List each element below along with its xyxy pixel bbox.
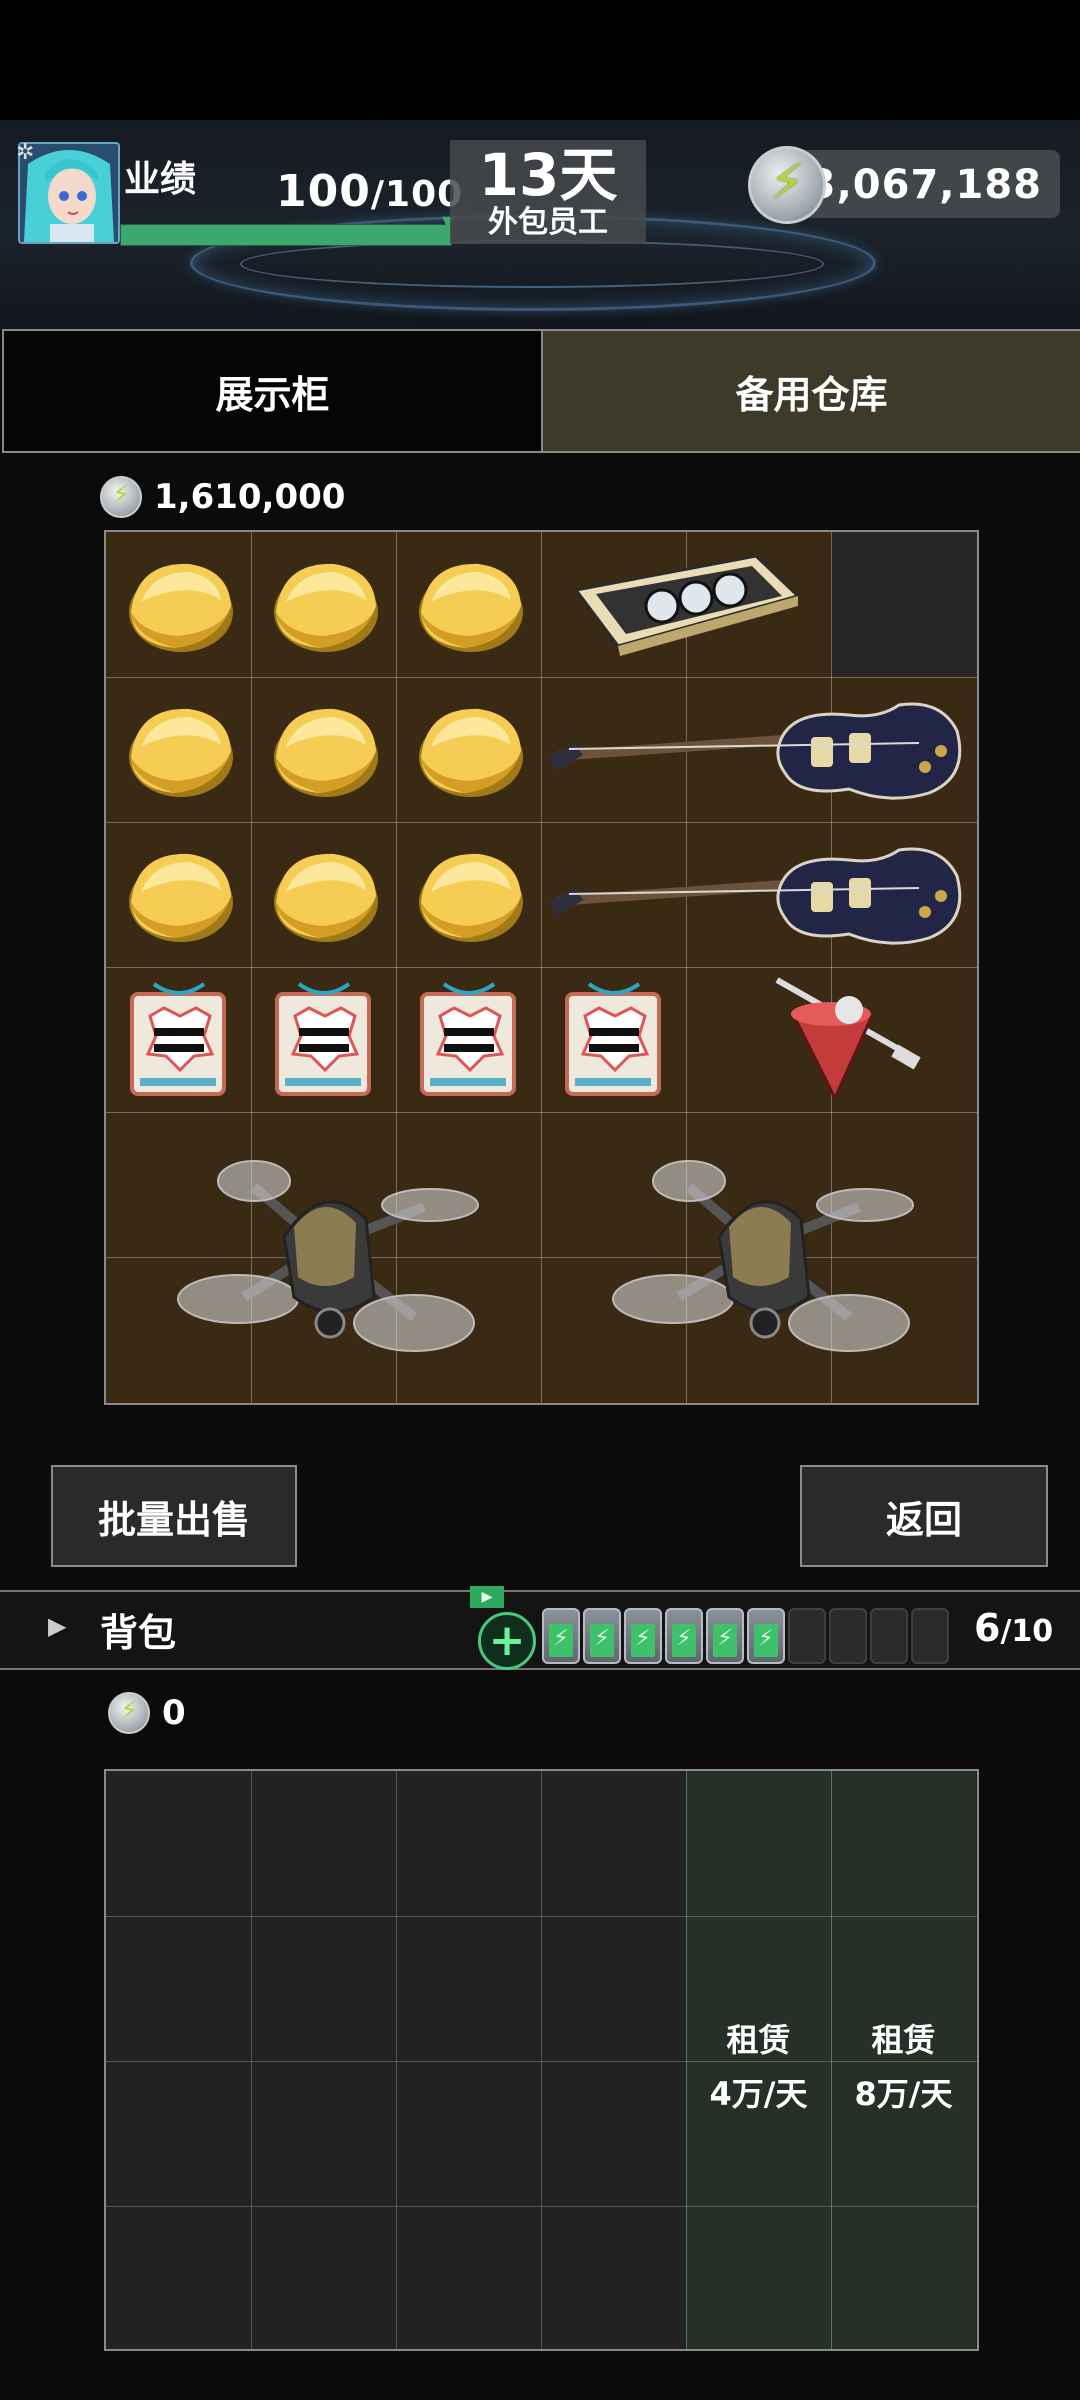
empty-slot[interactable] [831,532,976,677]
battery-full-icon: ⚡ [665,1608,703,1664]
employee-type: 外包员工 [488,205,608,240]
item-electric-guitar[interactable] [541,822,976,967]
days-panel: 13天 外包员工 [450,140,646,244]
storage-value: 1,610,000 [154,477,346,517]
kpi-value: 100/100 [276,166,462,217]
status-bar [0,0,1080,120]
settings-gear-icon[interactable]: ✲ [16,140,34,165]
item-drone[interactable] [106,1112,541,1402]
item-gold-ingot[interactable] [396,532,541,677]
item-congratulations-card[interactable] [251,967,396,1112]
battery-empty-icon [829,1608,867,1664]
add-battery-button[interactable]: + [478,1612,536,1670]
storage-tabs: 展示柜 备用仓库 [2,329,1080,453]
backpack-value: 0 [162,1693,186,1733]
item-spinning-top[interactable] [686,967,976,1112]
storage-value-row: ⚡ 1,610,000 [100,476,345,518]
battery-empty-icon [788,1608,826,1664]
battery-full-icon: ⚡ [624,1608,662,1664]
battery-full-icon: ⚡ [542,1608,580,1664]
grid-line [831,1771,832,2349]
grid-line [541,1771,542,2349]
battery-full-icon: ⚡ [706,1608,744,1664]
battery-full-icon: ⚡ [747,1608,785,1664]
grid-line [686,1771,687,2349]
backpack-grid: 租赁 4万/天 租赁 8万/天 [104,1769,979,2351]
video-ad-icon: ▶ [470,1586,504,1608]
item-gold-ingot[interactable] [106,822,251,967]
item-gold-ingot[interactable] [106,677,251,822]
rental-price: 8万/天 [854,2075,953,2113]
kpi-progress-bar [120,224,452,246]
item-gold-ingot[interactable] [106,532,251,677]
grid-line [106,2061,977,2062]
currency-panel: 3,067,188 [800,150,1060,218]
back-button[interactable]: 返回 [800,1465,1048,1567]
coin-icon: ⚡ [100,476,142,518]
backpack-max: /10 [1000,1614,1054,1649]
rental-option-1[interactable]: 租赁 4万/天 [686,2013,831,2121]
rental-price: 4万/天 [709,2075,808,2113]
grid-line [396,1771,397,2349]
item-gold-ingot[interactable] [251,822,396,967]
storage-grid [104,530,979,1405]
backpack-label: 背包 [100,1611,177,1655]
item-congratulations-card[interactable] [396,967,541,1112]
hud-ring-inner-decoration [240,240,824,288]
item-gold-ingot[interactable] [251,677,396,822]
rental-option-2[interactable]: 租赁 8万/天 [831,2013,976,2121]
backpack-header[interactable]: ▶ 背包 ▶ + 6/10 ⚡ ⚡ ⚡ ⚡ ⚡ ⚡ [0,1586,1080,1670]
kpi-separator: / [370,174,386,215]
tab-spare-warehouse[interactable]: 备用仓库 [543,331,1080,451]
rental-label: 租赁 [726,2021,791,2059]
item-gold-ingot[interactable] [251,532,396,677]
bulk-sell-button[interactable]: 批量出售 [51,1465,297,1567]
coin-icon: ⚡ [108,1692,150,1734]
item-cassette-tape[interactable] [541,532,831,677]
battery-full-icon: ⚡ [583,1608,621,1664]
kpi-progress-fill [121,225,451,245]
energy-coin-icon: ⚡ [748,146,826,224]
kpi-current: 100 [276,166,371,217]
backpack-capacity: 6/10 [974,1606,1053,1650]
item-gold-ingot[interactable] [396,822,541,967]
kpi-label: 业绩 [124,159,197,200]
backpack-value-row: ⚡ 0 [108,1692,186,1734]
grid-line [106,2206,977,2207]
currency-value: 3,067,188 [807,162,1042,208]
tab-display-cabinet[interactable]: 展示柜 [4,331,543,451]
battery-empty-icon [911,1608,949,1664]
grid-line [251,1771,252,2349]
item-drone[interactable] [541,1112,976,1402]
item-gold-ingot[interactable] [396,677,541,822]
item-electric-guitar[interactable] [541,677,976,822]
item-congratulations-card[interactable] [106,967,251,1112]
item-congratulations-card[interactable] [541,967,686,1112]
expand-arrow-icon[interactable]: ▶ [48,1612,66,1640]
backpack-count: 6 [974,1606,1001,1650]
rental-label: 租赁 [871,2021,936,2059]
battery-empty-icon [870,1608,908,1664]
grid-line [106,1916,977,1917]
days-remaining: 13天 [478,141,618,209]
